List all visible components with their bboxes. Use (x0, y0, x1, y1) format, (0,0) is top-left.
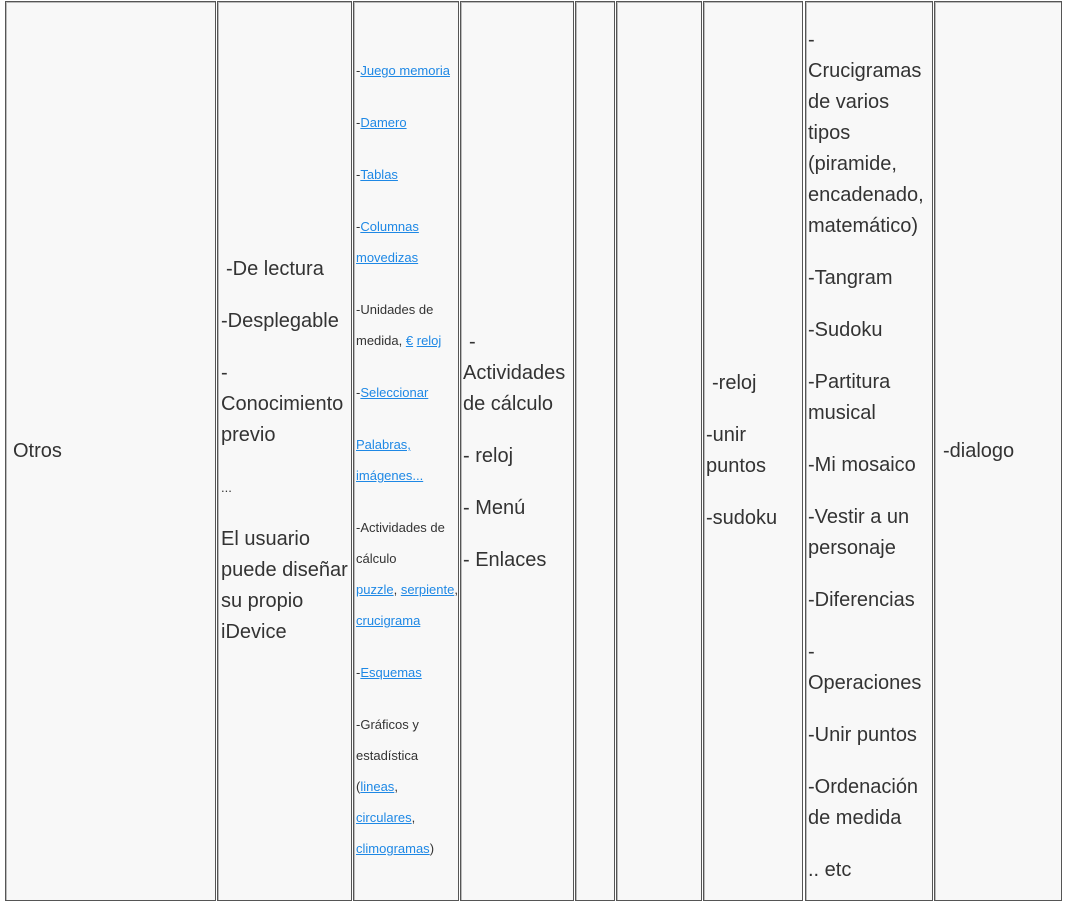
list-item: - Actividades de cálculo (463, 330, 566, 415)
list-item: -sudoku (706, 507, 778, 529)
table-cell-otros: Otros (5, 1, 216, 901)
list-item: -Partitura musical (808, 371, 891, 424)
list-item: -Diferencias (808, 589, 915, 611)
table-cell-empty (616, 1, 702, 901)
list-item: -Tangram (808, 267, 893, 289)
list-item: -Unir puntos (808, 724, 917, 746)
list-item: -Seleccionar (356, 385, 429, 400)
list-item: -Tablas (356, 167, 398, 182)
link-euro[interactable]: € (406, 333, 413, 348)
list-item: -Actividades de cálculo puzzle, serpiente… (356, 520, 458, 628)
table-cell-dialogo: -dialogo (934, 1, 1062, 901)
list-item: -reloj (712, 372, 757, 394)
list-item: -Mi mosaico (808, 454, 916, 476)
link-columnas-movedizas[interactable]: Columnas movedizas (356, 219, 419, 265)
table-cell-calculo: - Actividades de cálculo - reloj - Menú … (460, 1, 574, 901)
list-item: Palabras, imágenes... (356, 429, 458, 491)
table-cell-actividades: - Crucigramas de varios tipos (piramide,… (805, 1, 933, 901)
link-juego-memoria[interactable]: Juego memoria (360, 63, 450, 78)
link-puzzle[interactable]: puzzle (356, 582, 394, 597)
link-esquemas[interactable]: Esquemas (360, 665, 421, 680)
list-item: -Vestir a un personaje (808, 506, 910, 559)
link-damero[interactable]: Damero (360, 115, 406, 130)
list-item: -Damero (356, 115, 407, 130)
link-reloj[interactable]: reloj (417, 333, 442, 348)
table-cell-idevices-text: -De lectura -Desplegable -Conocimiento p… (217, 1, 352, 901)
list-item: -Gráficos y estadística (lineas, circulare… (356, 717, 435, 856)
link-crucigrama[interactable]: crucigrama (356, 613, 420, 628)
list-item: - reloj (463, 444, 514, 467)
list-item: .. etc (808, 859, 852, 881)
list-item: -Juego memoria (356, 63, 450, 78)
table-cell-interactive-links: -Juego memoria -Damero -Tablas -Columnas… (353, 1, 459, 901)
table-cell-empty (575, 1, 615, 901)
list-item: ... (221, 480, 232, 495)
list-item: -Conocimiento previo (221, 362, 344, 446)
list-item: -Esquemas (356, 665, 422, 680)
link-palabras-imagenes[interactable]: Palabras, imágenes... (356, 437, 423, 483)
list-item: -Ordenación de medida (808, 776, 919, 829)
list-item: -Columnas movedizas (356, 219, 419, 265)
link-serpiente[interactable]: serpiente (401, 582, 454, 597)
cell-text-dialogo: -dialogo (943, 439, 1015, 462)
link-climogramas[interactable]: climogramas (356, 841, 430, 856)
list-item: -De lectura (226, 258, 324, 280)
list-item: El usuario puede diseñar su propio iDevi… (221, 528, 348, 643)
link-circulares[interactable]: circulares (356, 810, 412, 825)
list-item: -Sudoku (808, 319, 883, 341)
list-item: - Menú (463, 496, 526, 519)
link-tablas[interactable]: Tablas (360, 167, 398, 182)
list-item: - Crucigramas de varios tipos (piramide,… (808, 29, 924, 237)
list-item: -Unidades de medida, € reloj (356, 302, 442, 348)
link-lineas[interactable]: lineas (360, 779, 394, 794)
list-item: -unir puntos (706, 424, 767, 477)
list-item: - Enlaces (463, 548, 547, 571)
table-cell-juegos: -reloj -unir puntos -sudoku (703, 1, 803, 901)
list-item: - Operaciones (808, 641, 922, 694)
cell-text-otros: Otros (13, 439, 62, 462)
link-seleccionar[interactable]: Seleccionar (360, 385, 428, 400)
list-item: -Desplegable (221, 310, 339, 332)
